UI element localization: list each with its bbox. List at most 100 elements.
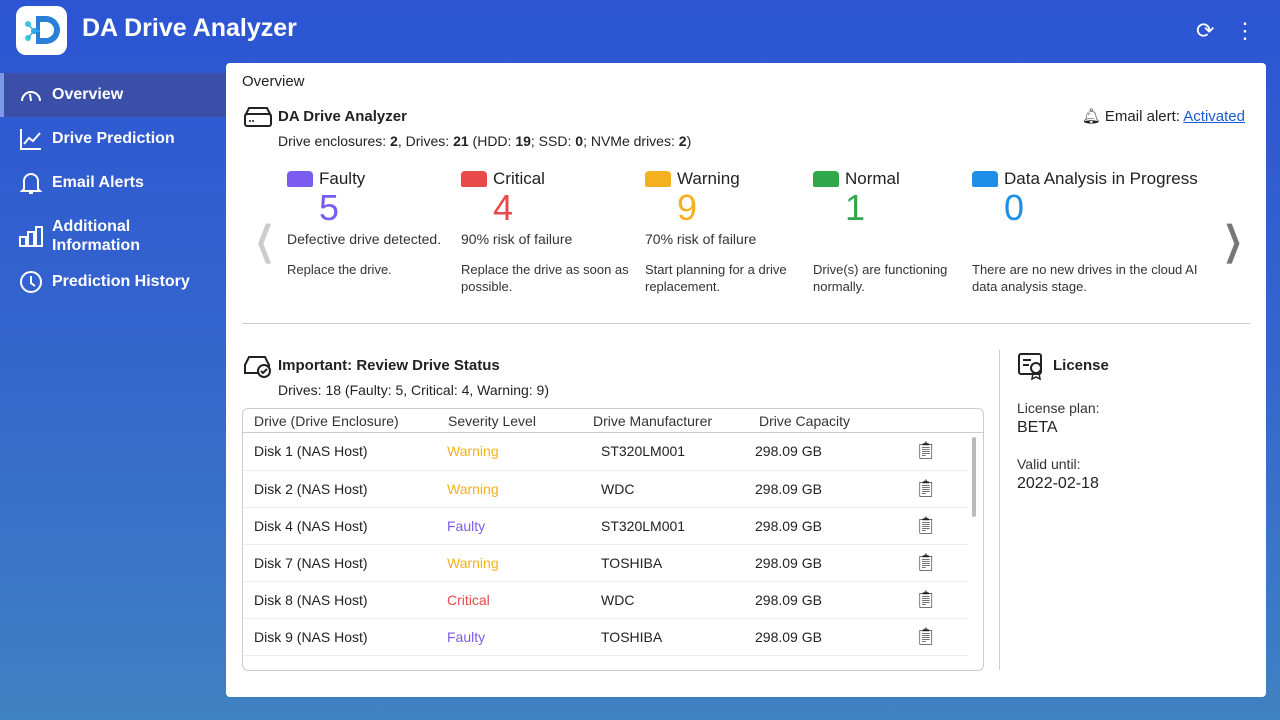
clipboard-icon[interactable]: 📋︎ <box>915 581 968 619</box>
clipboard-icon[interactable]: 📋︎ <box>915 544 968 582</box>
status-count: 4 <box>493 187 514 228</box>
capacity-cell: 298.09 GB <box>755 581 915 619</box>
drive-status-icon <box>645 171 671 187</box>
column-header[interactable]: Drive (Drive Enclosure) <box>254 413 399 429</box>
clipboard-icon[interactable]: 📋︎ <box>915 433 968 471</box>
sidebar-item-overview[interactable]: Overview <box>0 73 226 117</box>
email-alert-status: 🔔︎ Email alert: Activated <box>1081 108 1245 125</box>
table-row[interactable]: Disk 1 (NAS Host) Warning ST320LM001 298… <box>243 433 968 471</box>
sidebar-item-label: Overview <box>52 86 124 103</box>
table-row[interactable]: Disk 4 (NAS Host) Faulty ST320LM001 298.… <box>243 507 968 545</box>
drive-table: Drive (Drive Enclosure) Severity Level D… <box>242 408 984 671</box>
table-row[interactable]: Disk 9 (NAS Host) Faulty TOSHIBA 298.09 … <box>243 618 968 656</box>
manufacturer-cell: WDC <box>601 470 755 508</box>
capacity-cell: 298.09 GB <box>755 470 915 508</box>
drive-cell: Disk 1 (NAS Host) <box>243 433 447 471</box>
capacity-cell: 298.09 GB <box>755 544 915 582</box>
drive-cell: Disk 4 (NAS Host) <box>243 507 447 545</box>
sidebar-item-email-alerts[interactable]: Email Alerts <box>0 161 226 205</box>
breadcrumb: Overview <box>242 73 305 90</box>
clipboard-icon[interactable]: 📋︎ <box>915 618 968 656</box>
sidebar-item-drive-prediction[interactable]: Drive Prediction <box>0 117 226 161</box>
capacity-cell: 298.09 GB <box>755 433 915 471</box>
drive-status-icon <box>813 171 839 187</box>
drive-cell: Disk 7 (NAS Host) <box>243 544 447 582</box>
status-count: 1 <box>845 187 866 228</box>
bar-chart-icon <box>19 226 43 247</box>
section-title: DA Drive Analyzer <box>278 108 407 125</box>
drive-cell: Disk 8 (NAS Host) <box>243 581 447 619</box>
severity-cell: Critical <box>447 581 601 619</box>
review-title: Important: Review Drive Status <box>278 357 500 374</box>
sidebar-item-label: Email Alerts <box>52 174 144 191</box>
manufacturer-cell: WDC <box>601 581 755 619</box>
prev-arrow-icon[interactable]: ❮ <box>255 218 275 264</box>
drive-icon <box>244 107 272 127</box>
email-alert-link[interactable]: Activated <box>1183 108 1245 125</box>
status-description <box>813 231 988 261</box>
status-card-faulty[interactable]: Faulty 5 Defective drive detected. Repla… <box>287 169 462 278</box>
status-card-data-analysis-in-progress[interactable]: Data Analysis in Progress 0 There are no… <box>972 169 1212 295</box>
line-chart-icon <box>20 129 41 150</box>
status-description: 90% risk of failure <box>461 231 573 247</box>
drive-cell: Disk 2 (NAS Host) <box>243 470 447 508</box>
drive-status-icon <box>972 171 998 187</box>
status-label: Normal <box>845 169 900 188</box>
column-header[interactable]: Severity Level <box>448 413 536 429</box>
table-row[interactable]: Disk 7 (NAS Host) Warning TOSHIBA 298.09… <box>243 544 968 582</box>
status-card-normal[interactable]: Normal 1 Drive(s) are functioning normal… <box>813 169 988 295</box>
capacity-cell: 298.09 GB <box>755 618 915 656</box>
drive-status-icon <box>287 171 313 187</box>
status-description <box>972 231 1212 261</box>
bell-icon: 🔔︎ <box>1081 108 1101 125</box>
severity-cell: Warning <box>447 433 601 471</box>
status-advice: There are no new drives in the cloud AI … <box>972 262 1198 294</box>
status-label: Faulty <box>319 169 366 188</box>
column-header[interactable]: Drive Capacity <box>759 413 850 429</box>
clock-icon <box>20 271 42 293</box>
status-card-critical[interactable]: Critical 4 90% risk of failure Replace t… <box>461 169 636 295</box>
status-count: 0 <box>1004 187 1025 228</box>
severity-cell: Warning <box>447 470 601 508</box>
status-card-warning[interactable]: Warning 9 70% risk of failure Start plan… <box>645 169 820 295</box>
dashboard-icon <box>21 91 41 102</box>
status-label: Warning <box>677 169 740 188</box>
valid-until-label: Valid until: <box>1017 456 1081 472</box>
capacity-cell: 298.09 GB <box>755 507 915 545</box>
manufacturer-cell: ST320LM001 <box>601 433 755 471</box>
bell-icon <box>19 173 43 194</box>
status-advice: Replace the drive. <box>287 262 392 277</box>
license-title: License <box>1053 357 1109 374</box>
drive-check-icon <box>244 356 271 378</box>
status-label: Critical <box>493 169 545 188</box>
severity-cell: Warning <box>447 544 601 582</box>
refresh-icon[interactable]: ⟳ <box>1196 18 1214 44</box>
more-menu-icon[interactable]: ⋮ <box>1234 18 1256 44</box>
table-row[interactable]: Disk 2 (NAS Host) Warning WDC 298.09 GB … <box>243 470 968 508</box>
certificate-icon <box>1018 353 1042 381</box>
next-arrow-icon[interactable]: ❯ <box>1223 218 1243 264</box>
sidebar-item-label: Drive Prediction <box>52 130 175 147</box>
review-summary: Drives: 18 (Faulty: 5, Critical: 4, Warn… <box>278 382 550 398</box>
severity-cell: Faulty <box>447 507 601 545</box>
status-count: 9 <box>677 187 698 228</box>
app-logo <box>16 6 67 55</box>
manufacturer-cell: TOSHIBA <box>601 544 755 582</box>
status-advice: Start planning for a drive replacement. <box>645 262 787 294</box>
drive-stats: Drive enclosures: 2, Drives: 21 (HDD: 19… <box>278 133 692 149</box>
column-header[interactable]: Drive Manufacturer <box>593 413 712 429</box>
sidebar-item-additional-information[interactable]: Additional Information <box>0 210 226 262</box>
status-description: Defective drive detected. <box>287 231 442 247</box>
sidebar-item-prediction-history[interactable]: Prediction History <box>0 260 226 304</box>
clipboard-icon[interactable]: 📋︎ <box>915 470 968 508</box>
manufacturer-cell: ST320LM001 <box>601 507 755 545</box>
valid-until-value: 2022-02-18 <box>1017 475 1099 492</box>
divider <box>999 350 1000 670</box>
main-panel: Overview DA Drive Analyzer Drive enclosu… <box>226 63 1266 697</box>
status-count: 5 <box>319 187 340 228</box>
clipboard-icon[interactable]: 📋︎ <box>915 507 968 545</box>
license-plan-label: License plan: <box>1017 400 1100 416</box>
table-row[interactable]: Disk 8 (NAS Host) Critical WDC 298.09 GB… <box>243 581 968 619</box>
scrollbar[interactable] <box>972 437 976 517</box>
status-advice: Replace the drive as soon as possible. <box>461 262 629 294</box>
